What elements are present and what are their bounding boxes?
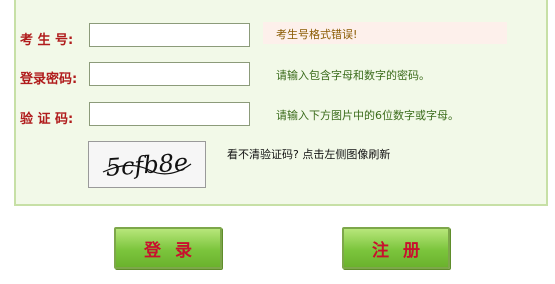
captcha-label: 验 证 码: xyxy=(20,112,74,127)
exam-no-error-box: 考生号格式错误! xyxy=(263,22,507,44)
captcha-input[interactable] xyxy=(89,102,250,126)
captcha-refresh-text: 看不清验证码? 点击左侧图像刷新 xyxy=(227,148,391,161)
exam-no-label: 考 生 号: xyxy=(20,33,74,48)
captcha-image[interactable]: 5cfb8e xyxy=(88,141,206,188)
captcha-hint: 请输入下方图片中的6位数字或字母。 xyxy=(276,109,459,122)
password-hint: 请输入包含字母和数字的密码。 xyxy=(276,69,430,82)
exam-no-error-text: 考生号格式错误! xyxy=(276,28,358,41)
captcha-graphic: 5cfb8e xyxy=(102,148,192,182)
password-input[interactable] xyxy=(89,62,250,86)
exam-no-input[interactable] xyxy=(89,23,250,47)
login-button[interactable]: 登录 xyxy=(114,227,222,269)
password-label: 登录密码: xyxy=(20,72,78,87)
captcha-text: 5cfb8e xyxy=(105,148,189,182)
register-button[interactable]: 注册 xyxy=(342,227,450,269)
